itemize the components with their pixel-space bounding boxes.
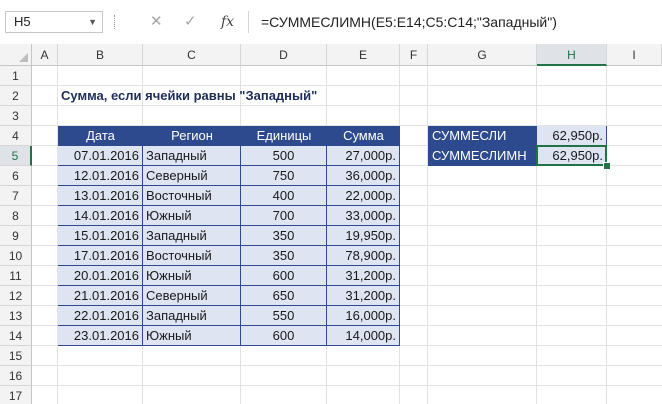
row-header-7[interactable]: 7 (0, 186, 32, 206)
table-cell[interactable]: 22.01.2016 (58, 306, 143, 326)
table-cell[interactable]: 07.01.2016 (58, 146, 143, 166)
select-all-corner[interactable] (0, 44, 32, 66)
row-header-12[interactable]: 12 (0, 286, 32, 306)
row-header-6[interactable]: 6 (0, 166, 32, 186)
row-header-10[interactable]: 10 (0, 246, 32, 266)
table-cell[interactable]: 750 (241, 166, 327, 186)
gridline (427, 66, 428, 404)
row-header-16[interactable]: 16 (0, 366, 32, 386)
select-all-icon (19, 53, 28, 62)
table-cell[interactable]: 78,900р. (327, 246, 400, 266)
name-box-value: H5 (14, 14, 31, 29)
summary-value[interactable]: 62,950р. (537, 126, 607, 146)
sheet-title: Сумма, если ячейки равны "Западный" (61, 88, 318, 103)
table-cell[interactable]: Южный (143, 206, 241, 226)
gridline (536, 66, 537, 404)
table-cell[interactable]: 650 (241, 286, 327, 306)
table-header-cell[interactable]: Регион (143, 126, 241, 146)
gridline (606, 66, 607, 404)
row-header-8[interactable]: 8 (0, 206, 32, 226)
name-box[interactable]: H5 ▼ (5, 11, 103, 33)
column-header-c[interactable]: C (143, 44, 241, 66)
table-cell[interactable]: 500 (241, 146, 327, 166)
table-cell[interactable]: Северный (143, 166, 241, 186)
table-cell[interactable]: 600 (241, 266, 327, 286)
spreadsheet-grid[interactable]: A B C D E F G H I 1 2 3 4 5 6 7 8 9 10 11 12 13 14 15 16 17 Сумма,… (0, 44, 662, 404)
selected-cell-outline (536, 145, 607, 166)
column-header-i[interactable]: I (607, 44, 662, 66)
table-cell[interactable]: 700 (241, 206, 327, 226)
formula-input[interactable]: =СУММЕСЛИМН(E5:E14;C5:C14;"Западный") (248, 11, 662, 33)
table-cell[interactable]: Западный (143, 306, 241, 326)
row-header-13[interactable]: 13 (0, 306, 32, 326)
row-header-14[interactable]: 14 (0, 326, 32, 346)
table-cell[interactable]: Западный (143, 146, 241, 166)
table-cell[interactable]: 400 (241, 186, 327, 206)
table-cell[interactable]: 31,200р. (327, 266, 400, 286)
formula-bar-grip[interactable] (114, 15, 117, 29)
row-header-15[interactable]: 15 (0, 346, 32, 366)
table-cell[interactable]: 36,000р. (327, 166, 400, 186)
table-header-cell[interactable]: Сумма (327, 126, 400, 146)
column-header-f[interactable]: F (400, 44, 428, 66)
table-cell[interactable]: 600 (241, 326, 327, 346)
table-cell[interactable]: Восточный (143, 186, 241, 206)
table-cell[interactable]: 23.01.2016 (58, 326, 143, 346)
table-cell[interactable]: Восточный (143, 246, 241, 266)
gridline (32, 385, 662, 386)
row-header-3[interactable]: 3 (0, 106, 32, 126)
table-cell[interactable]: 31,200р. (327, 286, 400, 306)
summary-label[interactable]: СУММЕСЛИМН (428, 146, 537, 166)
chevron-down-icon[interactable]: ▼ (88, 12, 97, 32)
table-cell[interactable]: Южный (143, 266, 241, 286)
table-cell[interactable]: 550 (241, 306, 327, 326)
column-header-h[interactable]: H (537, 44, 607, 66)
row-header-17[interactable]: 17 (0, 386, 32, 404)
column-header-e[interactable]: E (327, 44, 400, 66)
table-header-cell[interactable]: Единицы (241, 126, 327, 146)
row-header-1[interactable]: 1 (0, 66, 32, 86)
summary-label[interactable]: СУММЕСЛИ (428, 126, 537, 146)
table-cell[interactable]: 14.01.2016 (58, 206, 143, 226)
column-header-a[interactable]: A (32, 44, 58, 66)
fill-handle[interactable] (603, 162, 611, 170)
table-cell[interactable]: Западный (143, 226, 241, 246)
column-header-d[interactable]: D (241, 44, 327, 66)
table-cell[interactable]: Южный (143, 326, 241, 346)
table-cell[interactable]: 14,000р. (327, 326, 400, 346)
table-cell[interactable]: 350 (241, 226, 327, 246)
enter-icon[interactable]: ✓ (184, 12, 197, 32)
table-cell[interactable]: 22,000р. (327, 186, 400, 206)
table-cell[interactable]: 13.01.2016 (58, 186, 143, 206)
table-cell[interactable]: 350 (241, 246, 327, 266)
table-cell[interactable]: 16,000р. (327, 306, 400, 326)
table-header-cell[interactable]: Дата (58, 126, 143, 146)
table-cell[interactable]: 12.01.2016 (58, 166, 143, 186)
column-header-g[interactable]: G (428, 44, 537, 66)
row-header-4[interactable]: 4 (0, 126, 32, 146)
table-cell[interactable]: 27,000р. (327, 146, 400, 166)
table-cell[interactable]: 15.01.2016 (58, 226, 143, 246)
insert-function-icon[interactable]: fx (221, 12, 234, 32)
row-header-9[interactable]: 9 (0, 226, 32, 246)
gridline (32, 365, 662, 366)
table-cell[interactable]: 17.01.2016 (58, 246, 143, 266)
table-cell[interactable]: 20.01.2016 (58, 266, 143, 286)
formula-bar: H5 ▼ ✕ ✓ fx =СУММЕСЛИМН(E5:E14;C5:C14;"З… (0, 0, 662, 44)
table-cell[interactable]: 19,950р. (327, 226, 400, 246)
row-header-2[interactable]: 2 (0, 86, 32, 106)
column-header-b[interactable]: B (58, 44, 143, 66)
row-header-11[interactable]: 11 (0, 266, 32, 286)
table-cell[interactable]: 33,000р. (327, 206, 400, 226)
row-header-5[interactable]: 5 (0, 146, 32, 166)
table-cell[interactable]: Северный (143, 286, 241, 306)
table-cell[interactable]: 21.01.2016 (58, 286, 143, 306)
cancel-icon[interactable]: ✕ (150, 12, 163, 32)
